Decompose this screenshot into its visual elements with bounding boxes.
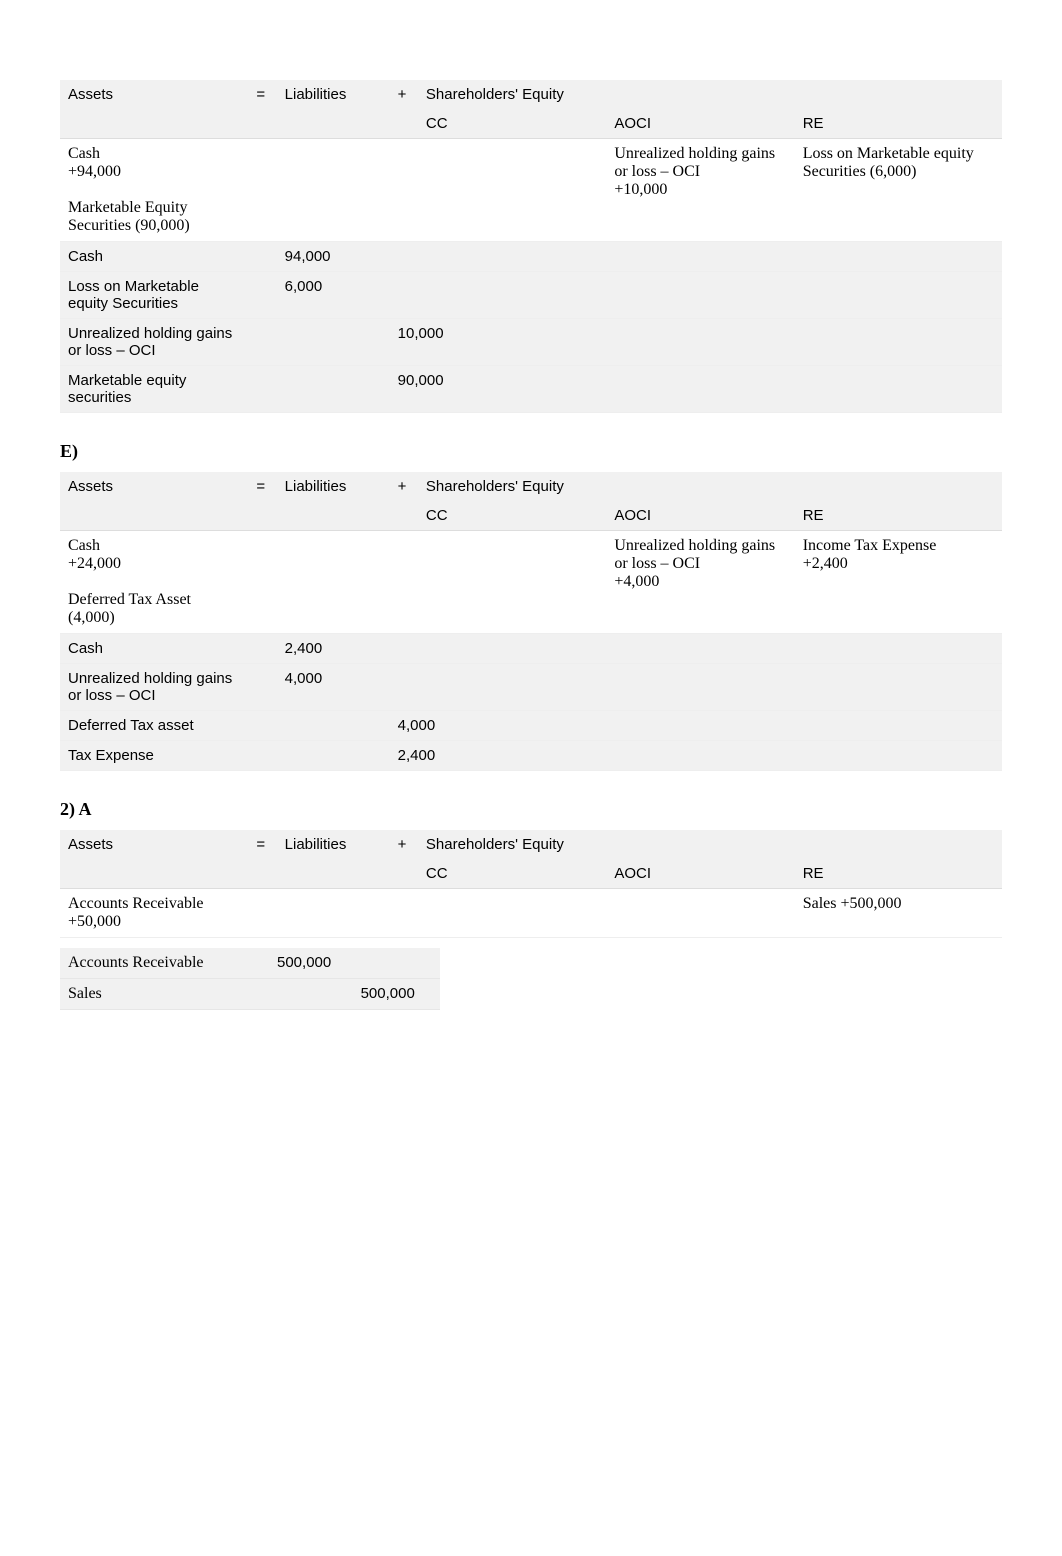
accounting-table-2: Assets = Liabilities + Shareholders' Equ… (60, 472, 1002, 771)
col-liabilities: Liabilities (277, 80, 390, 109)
col-plus: + (390, 830, 418, 859)
col-assets: Assets (60, 80, 248, 109)
journal-debit (269, 979, 353, 1010)
col-cc: CC (418, 501, 606, 531)
col-plus: + (390, 80, 418, 109)
col-liabilities: Liabilities (277, 830, 390, 859)
journal-credit (390, 664, 1002, 711)
journal-row: Loss on Marketable equity Securities 6,0… (60, 272, 1002, 319)
journal-row: Unrealized holding gains or loss – OCI 4… (60, 664, 1002, 711)
col-eq: = (248, 830, 276, 859)
journal-debit (277, 319, 390, 366)
section-heading-e: E) (60, 441, 1002, 462)
journal-debit: 6,000 (277, 272, 390, 319)
journal-row: Unrealized holding gains or loss – OCI 1… (60, 319, 1002, 366)
journal-credit: 4,000 (390, 711, 1002, 741)
journal-row: Deferred Tax asset 4,000 (60, 711, 1002, 741)
cell-assets: Cash +94,000 Marketable Equity Securitie… (60, 139, 248, 242)
col-cc: CC (418, 109, 606, 139)
table-row: Cash +24,000 Deferred Tax Asset (4,000) … (60, 531, 1002, 634)
journal-row: Accounts Receivable 500,000 (60, 948, 440, 979)
accounting-table-3: Assets = Liabilities + Shareholders' Equ… (60, 830, 1002, 938)
cell-assets: Accounts Receivable +50,000 (60, 889, 248, 938)
col-eq: = (248, 472, 276, 501)
col-re: RE (795, 109, 1002, 139)
journal-row: Sales 500,000 (60, 979, 440, 1010)
journal-account: Loss on Marketable equity Securities (60, 272, 248, 319)
journal-row: Marketable equity securities 90,000 (60, 366, 1002, 413)
journal-account: Sales (60, 979, 269, 1010)
cell-re: Loss on Marketable equity Securities (6,… (795, 139, 1002, 242)
journal-credit: 500,000 (353, 979, 440, 1010)
cell-aoci: Unrealized holding gains or loss – OCI +… (606, 139, 794, 242)
journal-credit: 10,000 (390, 319, 1002, 366)
journal-credit (353, 948, 440, 979)
table-row: Cash +94,000 Marketable Equity Securitie… (60, 139, 1002, 242)
journal-credit: 2,400 (390, 741, 1002, 771)
col-aoci: AOCI (606, 501, 794, 531)
col-re: RE (795, 501, 1002, 531)
col-re: RE (795, 859, 1002, 889)
journal-debit (277, 366, 390, 413)
journal-debit: 94,000 (277, 242, 390, 272)
journal-debit (277, 711, 390, 741)
journal-credit (390, 272, 1002, 319)
col-assets: Assets (60, 830, 248, 859)
journal-row: Cash 94,000 (60, 242, 1002, 272)
journal-account: Unrealized holding gains or loss – OCI (60, 319, 248, 366)
journal-debit: 4,000 (277, 664, 390, 711)
col-assets: Assets (60, 472, 248, 501)
journal-credit: 90,000 (390, 366, 1002, 413)
col-shareholders: Shareholders' Equity (418, 80, 1002, 109)
col-cc: CC (418, 859, 606, 889)
journal-debit (277, 741, 390, 771)
cell-re: Income Tax Expense +2,400 (795, 531, 1002, 634)
journal-account: Cash (60, 242, 248, 272)
journal-row: Tax Expense 2,400 (60, 741, 1002, 771)
col-shareholders: Shareholders' Equity (418, 472, 1002, 501)
col-plus: + (390, 472, 418, 501)
cell-aoci: Unrealized holding gains or loss – OCI +… (606, 531, 794, 634)
col-liabilities: Liabilities (277, 472, 390, 501)
section-heading-2a: 2) A (60, 799, 1002, 820)
journal-credit (390, 242, 1002, 272)
accounting-table-1: Assets = Liabilities + Shareholders' Equ… (60, 80, 1002, 413)
journal-account: Marketable equity securities (60, 366, 248, 413)
cell-re: Sales +500,000 (795, 889, 1002, 938)
journal-account: Unrealized holding gains or loss – OCI (60, 664, 248, 711)
journal-account: Accounts Receivable (60, 948, 269, 979)
journal-table-3: Accounts Receivable 500,000 Sales 500,00… (60, 948, 440, 1010)
col-eq: = (248, 80, 276, 109)
journal-account: Tax Expense (60, 741, 248, 771)
cell-assets: Cash +24,000 Deferred Tax Asset (4,000) (60, 531, 248, 634)
table-row: Accounts Receivable +50,000 Sales +500,0… (60, 889, 1002, 938)
journal-credit (390, 634, 1002, 664)
journal-row: Cash 2,400 (60, 634, 1002, 664)
journal-account: Deferred Tax asset (60, 711, 248, 741)
col-aoci: AOCI (606, 109, 794, 139)
journal-debit: 2,400 (277, 634, 390, 664)
journal-debit: 500,000 (269, 948, 353, 979)
col-shareholders: Shareholders' Equity (418, 830, 1002, 859)
journal-account: Cash (60, 634, 248, 664)
col-aoci: AOCI (606, 859, 794, 889)
